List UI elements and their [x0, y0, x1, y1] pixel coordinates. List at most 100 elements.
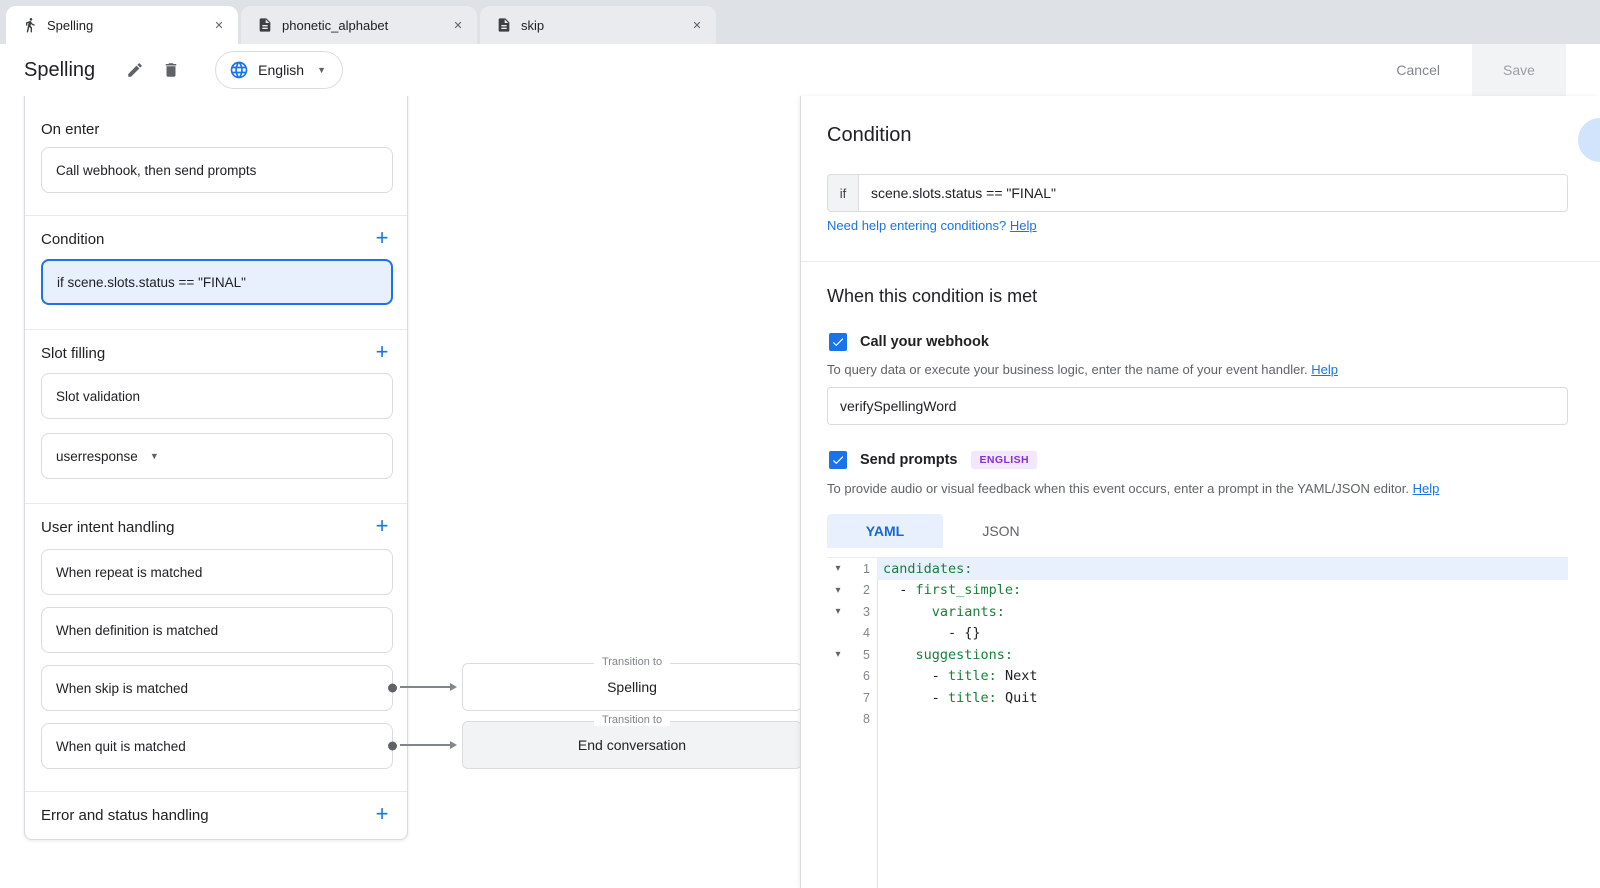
item-label: When repeat is matched — [56, 565, 202, 580]
item-label: Slot validation — [56, 389, 140, 404]
code-line[interactable]: 6 - title: Next — [827, 666, 1568, 688]
line-number: 7 — [849, 691, 877, 705]
intent-item-definition[interactable]: When definition is matched — [41, 607, 393, 653]
prompts-description: To provide audio or visual feedback when… — [827, 481, 1439, 496]
fold-arrow-icon[interactable]: ▾ — [827, 649, 849, 660]
scene-icon — [22, 17, 38, 33]
code-line[interactable]: ▾1candidates: — [827, 558, 1568, 580]
connector-port[interactable] — [388, 742, 397, 751]
item-label: When skip is matched — [56, 681, 188, 696]
help-link[interactable]: Help — [1413, 481, 1440, 496]
transition-arrow — [400, 683, 457, 691]
webhook-label: Call your webhook — [860, 334, 989, 350]
code-text: - first_simple: — [877, 580, 1568, 602]
code-line[interactable]: ▾3 variants: — [827, 601, 1568, 623]
help-prompt[interactable]: Need help entering conditions? — [827, 218, 1006, 233]
tab-spelling[interactable]: Spelling ✕ — [6, 6, 238, 44]
tab-yaml[interactable]: YAML — [827, 514, 943, 548]
item-label: When quit is matched — [56, 739, 186, 754]
editor-tab-bar: Spelling ✕ phonetic_alphabet ✕ skip ✕ — [0, 0, 1600, 44]
language-selector[interactable]: English ▼ — [215, 51, 343, 89]
code-line[interactable]: ▾2 - first_simple: — [827, 580, 1568, 602]
help-link[interactable]: Help — [1010, 218, 1037, 233]
userresponse-item[interactable]: userresponse ▼ — [41, 433, 393, 479]
add-condition-button[interactable]: + — [371, 227, 393, 249]
transition-node-spelling[interactable]: Transition to Spelling — [462, 663, 800, 711]
prompts-label: Send prompts — [860, 452, 957, 468]
webhook-description: To query data or execute your business l… — [827, 362, 1338, 377]
divider — [25, 791, 407, 792]
transition-target: Spelling — [607, 679, 657, 695]
fold-arrow-icon[interactable]: ▾ — [827, 585, 849, 596]
tab-label: Spelling — [47, 18, 210, 33]
close-icon[interactable]: ✕ — [449, 16, 467, 34]
condition-item[interactable]: if scene.slots.status == "FINAL" — [41, 259, 393, 305]
code-text: suggestions: — [877, 644, 1568, 666]
fold-arrow-icon[interactable]: ▾ — [827, 563, 849, 574]
tab-skip[interactable]: skip ✕ — [480, 6, 716, 44]
code-text: - title: Next — [877, 666, 1568, 688]
yaml-editor[interactable]: ▾1candidates:▾2 - first_simple:▾3 varian… — [827, 557, 1568, 888]
code-line[interactable]: 7 - title: Quit — [827, 687, 1568, 709]
line-number: 8 — [849, 712, 877, 726]
on-enter-item[interactable]: Call webhook, then send prompts — [41, 147, 393, 193]
on-enter-label: On enter — [41, 121, 99, 138]
code-text: - title: Quit — [877, 687, 1568, 709]
fold-arrow-icon[interactable]: ▾ — [827, 606, 849, 617]
help-fab-button[interactable] — [1578, 118, 1600, 162]
slot-validation-item[interactable]: Slot validation — [41, 373, 393, 419]
slot-filling-label: Slot filling — [41, 345, 105, 362]
intent-item-quit[interactable]: When quit is matched — [41, 723, 393, 769]
condition-input[interactable] — [859, 174, 1568, 212]
language-badge: ENGLISH — [971, 451, 1036, 469]
code-text: - {} — [877, 623, 1568, 645]
prompts-check-row: Send prompts ENGLISH — [829, 451, 1037, 469]
condition-expression-row: if — [827, 174, 1568, 212]
pencil-icon — [126, 61, 144, 79]
edit-scene-button[interactable] — [117, 52, 153, 88]
intent-item-skip[interactable]: When skip is matched — [41, 665, 393, 711]
code-lines: ▾1candidates:▾2 - first_simple:▾3 varian… — [827, 558, 1568, 730]
panel-title: Condition — [827, 124, 912, 147]
webhook-handler-input[interactable] — [827, 387, 1568, 425]
divider — [25, 503, 407, 504]
tab-json[interactable]: JSON — [943, 514, 1059, 548]
intent-item-repeat[interactable]: When repeat is matched — [41, 549, 393, 595]
line-number: 4 — [849, 626, 877, 640]
connector-port[interactable] — [388, 684, 397, 693]
when-condition-met-title: When this condition is met — [827, 286, 1037, 307]
save-button[interactable]: Save — [1472, 44, 1566, 96]
flow-canvas: On enter Call webhook, then send prompts… — [0, 96, 800, 888]
add-intent-button[interactable]: + — [371, 515, 393, 537]
send-prompts-checkbox[interactable] — [829, 451, 847, 469]
close-icon[interactable]: ✕ — [688, 16, 706, 34]
divider — [25, 215, 407, 216]
divider — [25, 329, 407, 330]
transition-caption: Transition to — [594, 714, 670, 726]
check-icon — [831, 335, 845, 349]
trash-icon — [162, 61, 180, 79]
code-line[interactable]: 4 - {} — [827, 623, 1568, 645]
delete-scene-button[interactable] — [153, 52, 189, 88]
add-error-handler-button[interactable]: + — [371, 803, 393, 825]
tab-phonetic-alphabet[interactable]: phonetic_alphabet ✕ — [241, 6, 477, 44]
check-icon — [831, 453, 845, 467]
help-link[interactable]: Help — [1311, 362, 1338, 377]
transition-caption: Transition to — [594, 656, 670, 668]
tab-label: phonetic_alphabet — [282, 18, 449, 33]
scene-toolbar: Spelling English ▼ Cancel Save — [0, 44, 1600, 96]
code-line[interactable]: 8 — [827, 709, 1568, 731]
item-label: Call webhook, then send prompts — [56, 163, 256, 178]
document-icon — [257, 17, 273, 33]
condition-help-line: Need help entering conditions? Help — [827, 218, 1037, 233]
transition-node-end-conversation[interactable]: Transition to End conversation — [462, 721, 800, 769]
code-text: variants: — [877, 601, 1568, 623]
code-line[interactable]: ▾5 suggestions: — [827, 644, 1568, 666]
if-chip: if — [827, 174, 859, 212]
add-slot-button[interactable]: + — [371, 341, 393, 363]
cancel-button[interactable]: Cancel — [1396, 62, 1440, 78]
page-title: Spelling — [24, 59, 95, 82]
close-icon[interactable]: ✕ — [210, 16, 228, 34]
call-webhook-checkbox[interactable] — [829, 333, 847, 351]
condition-detail-panel: Condition if Need help entering conditio… — [800, 96, 1600, 888]
